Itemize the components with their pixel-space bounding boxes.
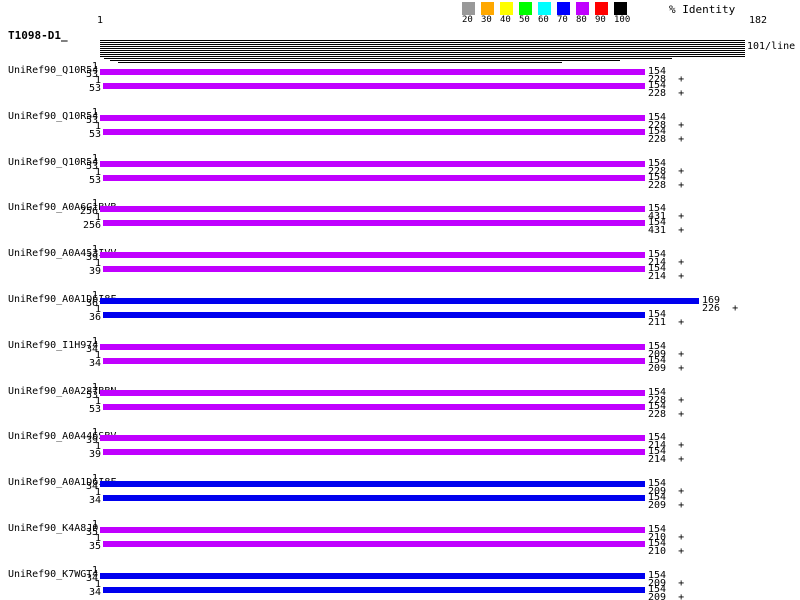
query-ruler-line: [100, 54, 745, 55]
hit-row: UniRef90_Q10R54153154228 +153154228 +: [0, 64, 800, 110]
ruler-end-label: 182: [749, 15, 767, 26]
alignment-bar: [103, 495, 645, 501]
subject-end-number: 431 +: [648, 226, 684, 235]
subject-start-number: 34: [0, 359, 101, 368]
alignment-bar: [100, 206, 645, 212]
subject-start-number: 53: [0, 130, 101, 139]
subject-start-number: 53: [0, 176, 101, 185]
query-ruler-line: [104, 58, 672, 59]
legend-bin-label: 20: [462, 16, 473, 25]
query-ruler-line: [100, 42, 745, 43]
legend-bin-label: 30: [481, 16, 492, 25]
query-ruler-line: [100, 56, 745, 57]
alignment-bar: [103, 541, 645, 547]
legend-swatch-40: [500, 2, 513, 15]
alignment-bar: [103, 449, 645, 455]
hit-coverage-view: 20 30 40 50 60 70 80 90 100 % Identity 1 182 T10…: [0, 0, 800, 600]
legend-bin-label: 60: [538, 16, 549, 25]
subject-end-number: 209 +: [648, 501, 684, 510]
legend-swatch-90: [595, 2, 608, 15]
subject-end-number: 228 +: [648, 89, 684, 98]
query-ruler-line: [100, 52, 745, 53]
subject-end-number: 211 +: [648, 318, 684, 327]
hit-row: UniRef90_Q10R54153154228 +153154228 +: [0, 110, 800, 156]
query-ruler-line: [100, 44, 745, 45]
ruler-start-label: 1: [97, 15, 103, 26]
alignment-bar: [103, 404, 645, 410]
per-line-label: 101/line: [747, 41, 795, 52]
query-ruler-line: [118, 62, 562, 63]
legend-title: % Identity: [669, 3, 735, 16]
subject-end-number: 228 +: [648, 410, 684, 419]
query-ruler-line: [110, 60, 620, 61]
alignment-bar: [103, 587, 645, 593]
alignment-bar: [100, 390, 645, 396]
alignment-bar: [100, 69, 645, 75]
query-ruler-line: [100, 50, 745, 51]
subject-end-number: 214 +: [648, 455, 684, 464]
alignment-bar: [103, 175, 645, 181]
legend-bin-label: 80: [576, 16, 587, 25]
subject-start-number: 53: [0, 405, 101, 414]
alignment-bar: [100, 298, 699, 304]
legend-swatch-50: [519, 2, 532, 15]
subject-start-number: 39: [0, 450, 101, 459]
alignment-bar: [100, 527, 645, 533]
legend-swatch-30: [481, 2, 494, 15]
query-ruler-line: [100, 46, 745, 47]
subject-end-number: 228 +: [648, 135, 684, 144]
subject-start-number: 36: [0, 313, 101, 322]
alignment-bar: [100, 573, 645, 579]
alignment-bar: [100, 161, 645, 167]
hit-row: UniRef90_Q10R54153154228 +153154228 +: [0, 156, 800, 202]
hit-row: UniRef90_A0A446SBV139154214 +139154214 +: [0, 430, 800, 476]
query-title: T1098-D1_: [8, 29, 68, 42]
hit-row: UniRef90_A0A1D6I8F136169226 +136154211 +: [0, 293, 800, 339]
legend-bin-label: 70: [557, 16, 568, 25]
hit-row: UniRef90_I1H974134154209 +134154209 +: [0, 339, 800, 385]
alignment-bar: [100, 481, 645, 487]
alignment-bar: [103, 266, 645, 272]
hit-row: UniRef90_A0A453IVV139154214 +139154214 +: [0, 247, 800, 293]
alignment-bar: [100, 252, 645, 258]
subject-start-number: 34: [0, 588, 101, 597]
query-ruler-line: [100, 48, 745, 49]
legend-swatch-80: [576, 2, 589, 15]
hit-row: UniRef90_A0A6G1BVB1256154431 +1256154431…: [0, 201, 800, 247]
subject-end-number: 226 +: [702, 304, 738, 313]
query-ruler-line: [100, 40, 745, 41]
alignment-bar: [100, 435, 645, 441]
subject-end-number: 228 +: [648, 181, 684, 190]
subject-start-number: 39: [0, 267, 101, 276]
legend-bin-label: 40: [500, 16, 511, 25]
subject-start-number: 35: [0, 542, 101, 551]
alignment-bar: [103, 358, 645, 364]
subject-end-number: 210 +: [648, 547, 684, 556]
subject-start-number: 53: [0, 84, 101, 93]
alignment-bar: [103, 312, 645, 318]
subject-end-number: 209 +: [648, 364, 684, 373]
alignment-bar: [100, 344, 645, 350]
hit-row: UniRef90_K7WGT4134154209 +134154209 +: [0, 568, 800, 600]
alignment-bar: [103, 83, 645, 89]
subject-end-number: 209 +: [648, 593, 684, 600]
subject-start-number: 256: [0, 221, 101, 230]
alignment-bar: [103, 129, 645, 135]
alignment-bar: [103, 220, 645, 226]
hit-row: UniRef90_A0A287BBN153154228 +153154228 +: [0, 385, 800, 431]
legend-bin-label: 90: [595, 16, 606, 25]
legend-bin-label: 100: [614, 16, 630, 25]
subject-start-number: 34: [0, 496, 101, 505]
legend-swatch-100: [614, 2, 627, 15]
hit-row: UniRef90_A0A1D6I8F134154209 +134154209 +: [0, 476, 800, 522]
legend-bin-label: 50: [519, 16, 530, 25]
legend-swatch-70: [557, 2, 570, 15]
hit-row: UniRef90_K4A8J0135154210 +135154210 +: [0, 522, 800, 568]
alignment-bar: [100, 115, 645, 121]
legend-swatch-20: [462, 2, 475, 15]
legend-swatch-60: [538, 2, 551, 15]
subject-end-number: 214 +: [648, 272, 684, 281]
